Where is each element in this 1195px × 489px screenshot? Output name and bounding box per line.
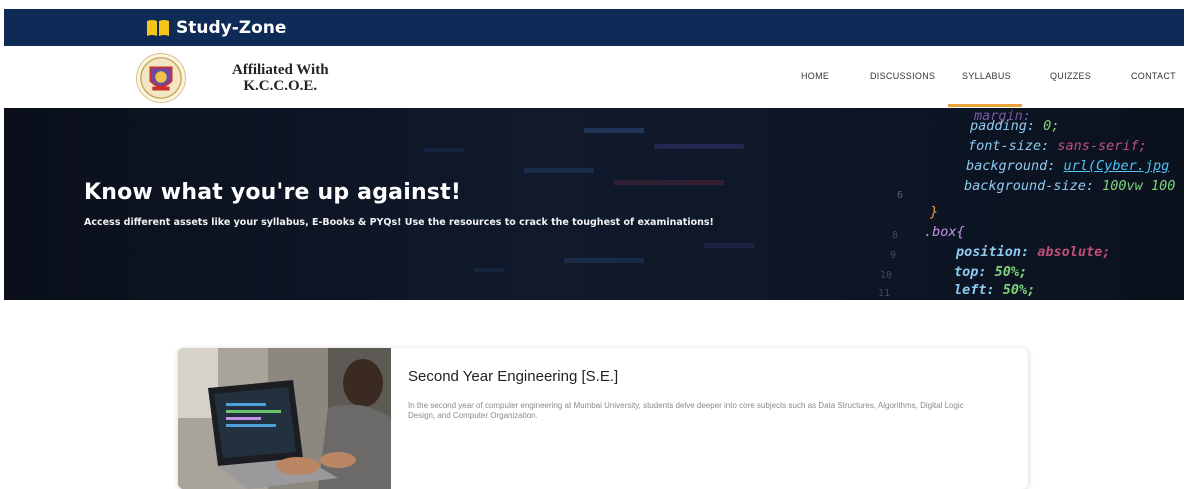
code-line-5: background-size: 100vw 100 [964,178,1175,194]
brand-link[interactable]: Study-Zone [146,9,286,46]
code-line-3-prop: font-size: [968,138,1058,154]
college-logo [136,53,186,103]
code-line-6-text: } [930,204,939,220]
line-number: 8 [892,230,899,241]
code-line-8: position: absolute; [956,244,1110,260]
hero-subtitle: Access different assets like your syllab… [84,217,714,228]
code-line-3: font-size: sans-serif; [968,138,1147,154]
code-line-8-prop: position: [956,244,1038,260]
student-laptop-image [178,348,391,489]
code-line-6: } [930,204,938,220]
code-line-3-value: sans-serif; [1057,138,1147,154]
hero-title: Know what you're up against! [84,180,462,205]
code-line-5-prop: background-size: [964,178,1103,194]
code-line-10: left: 50%; [954,282,1035,298]
code-line-2-value: 0; [1043,118,1060,134]
code-line-8-value: absolute; [1037,244,1111,260]
line-number: 6 [897,190,904,201]
code-line-9: top: 50%; [954,264,1027,280]
course-title[interactable]: Second Year Engineering [S.E.] [408,368,618,385]
brand-name: Study-Zone [176,17,287,38]
code-line-2: padding: 0; [970,118,1059,134]
affiliation-line-1: Affiliated With [232,62,329,78]
course-card[interactable]: Second Year Engineering [S.E.] In the se… [178,348,1028,489]
nav-home[interactable]: HOME [801,71,829,81]
nav-quizzes[interactable]: QUIZZES [1050,71,1091,81]
code-line-4-value: url(Cyber.jpg [1063,158,1170,174]
code-line-9-prop: top: [954,264,995,280]
line-number: 9 [890,250,897,261]
nav-syllabus[interactable]: SYLLABUS [962,71,1011,81]
code-line-4: background: url(Cyber.jpg [966,158,1169,174]
active-tab-indicator [948,104,1022,107]
code-line-2-prop: padding: [970,118,1044,134]
affiliation-text: Affiliated With K.C.C.O.E. [232,62,329,94]
code-line-10-prop: left: [954,282,1003,298]
code-line-10-value: 50%; [1002,282,1036,298]
open-book-icon [147,19,169,36]
line-number: 11 [878,288,891,299]
nav-contact[interactable]: CONTACT [1131,71,1176,81]
code-line-7-text: .box{ [924,224,965,240]
course-description: In the second year of computer engineeri… [408,401,964,420]
code-line-5-value: 100vw 100 [1102,178,1176,194]
code-line-9-value: 50%; [994,264,1028,280]
code-line-7: .box{ [924,224,965,240]
main-navbar: Affiliated With K.C.C.O.E. HOME DISCUSSI… [4,46,1184,109]
line-number: 10 [880,270,893,281]
code-line-4-prop: background: [966,158,1064,174]
nav-discussions[interactable]: DISCUSSIONS [870,71,935,81]
top-brand-bar: Study-Zone [4,9,1184,46]
hero-banner: margin: padding: 0; font-size: sans-seri… [4,108,1184,300]
affiliation-line-2: K.C.C.O.E. [243,78,318,94]
